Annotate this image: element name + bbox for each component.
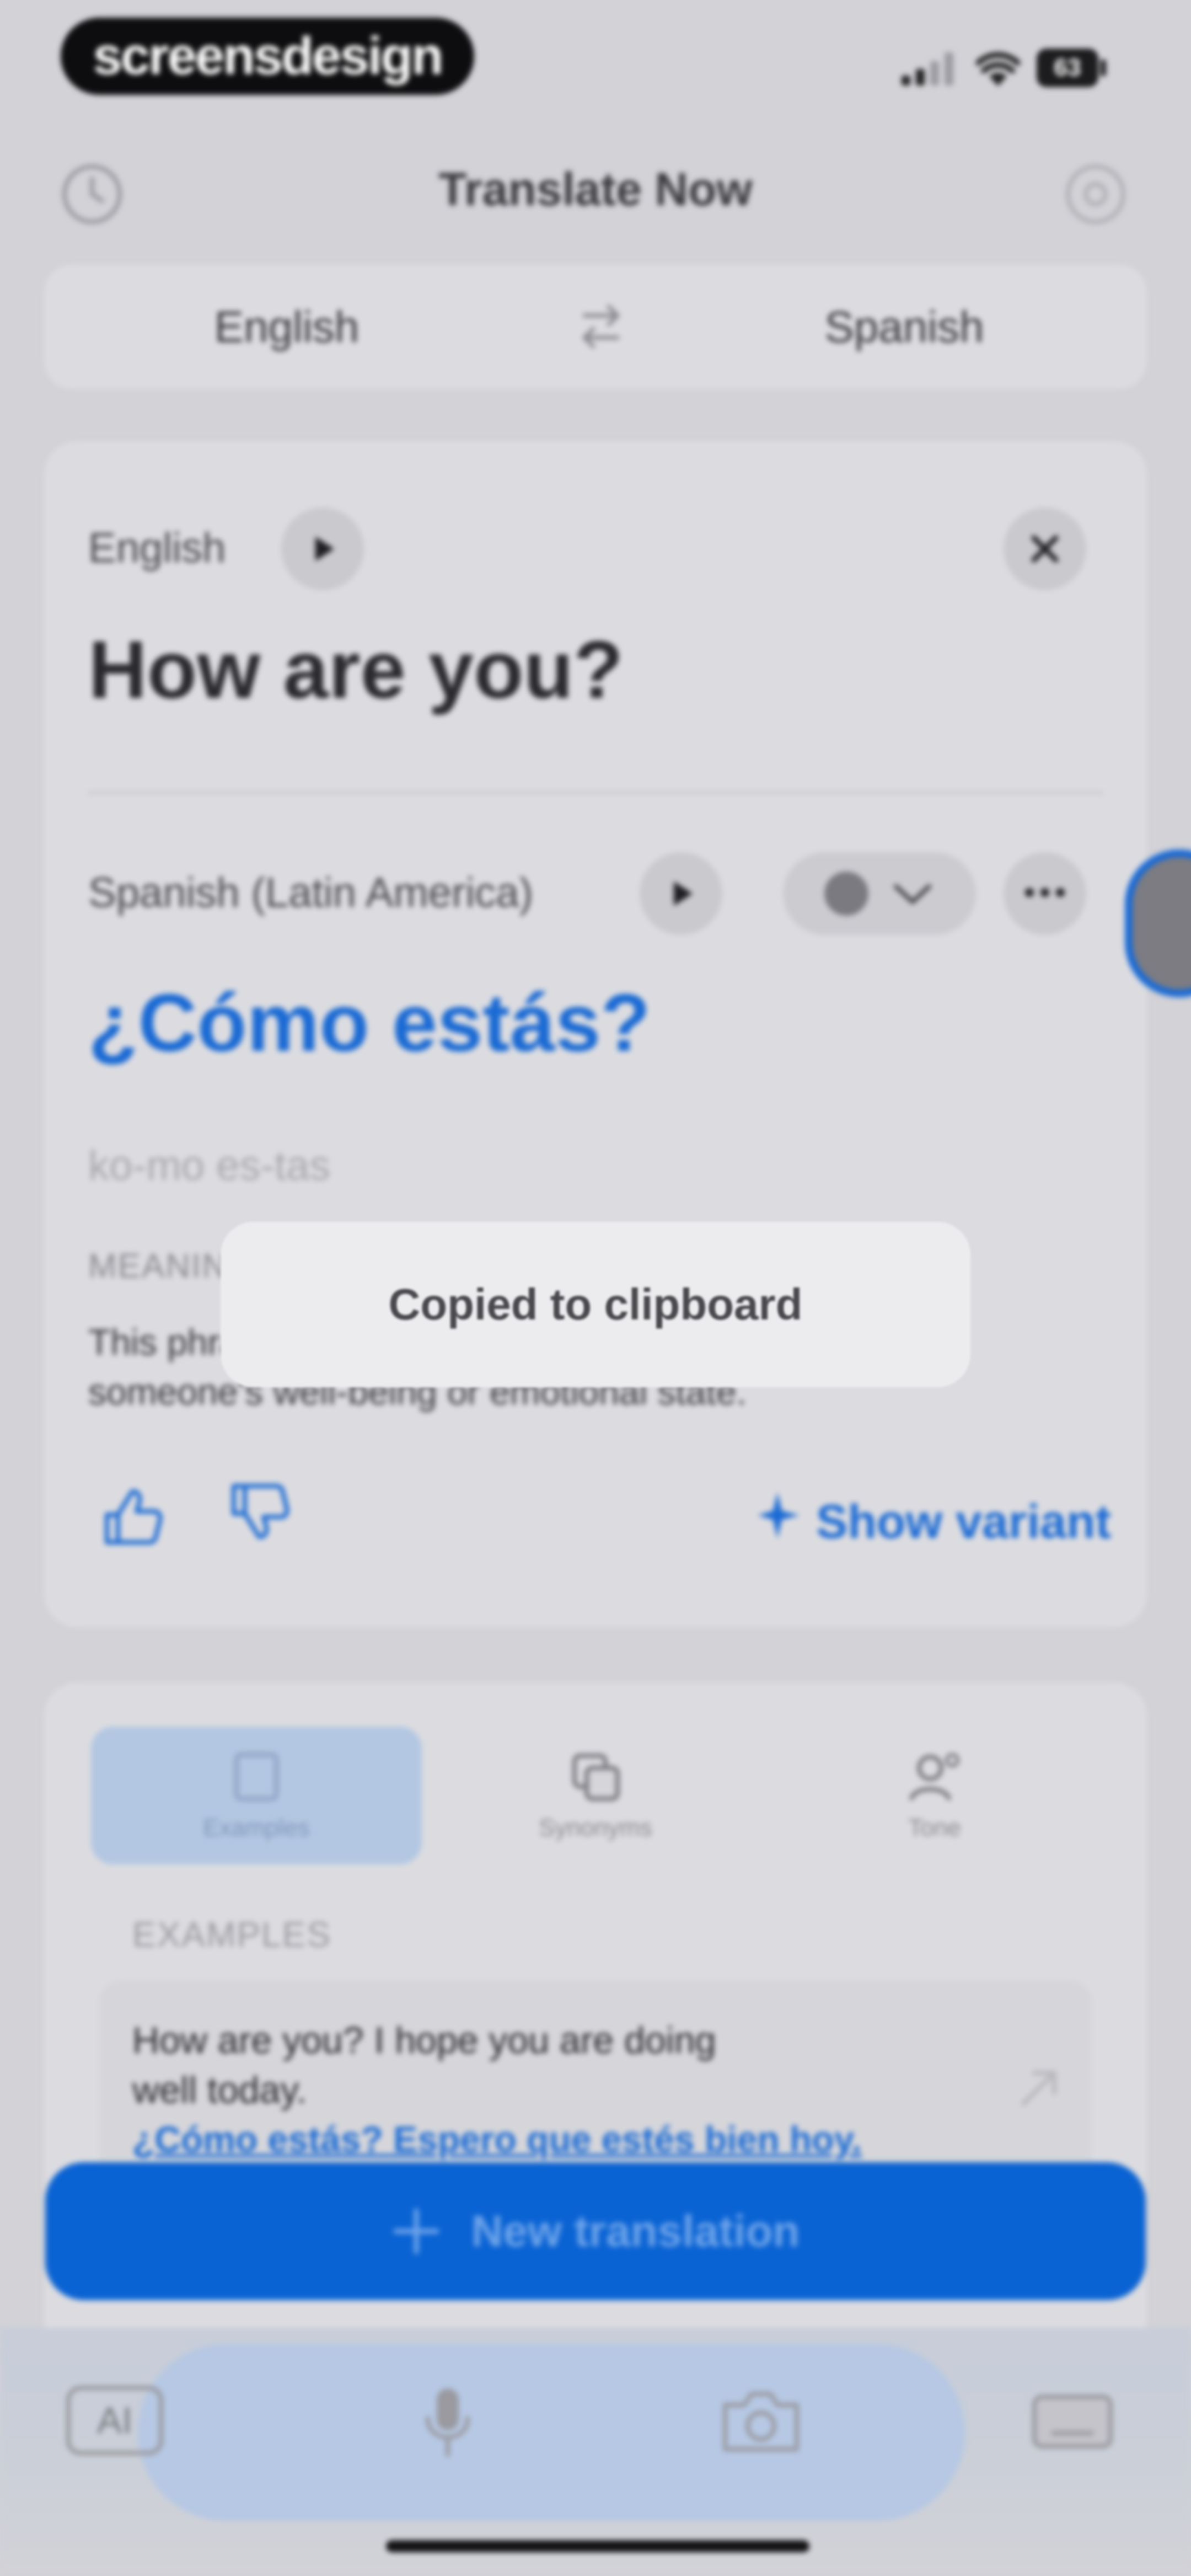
- ellipsis-icon: [1022, 888, 1068, 900]
- bottom-toolbar: [0, 2328, 1191, 2576]
- translated-text[interactable]: ¿Cómo estás?: [88, 976, 651, 1070]
- sparkle-icon: [758, 1492, 800, 1538]
- example-source-line-1: How are you? I hope you are doing: [132, 2019, 716, 2061]
- divider: [88, 792, 1103, 794]
- plus-icon: [393, 2208, 439, 2254]
- chevron-down-icon: [894, 884, 931, 904]
- examples-heading: EXAMPLES: [132, 1915, 332, 1954]
- brand-logo: screensdesign: [61, 18, 474, 95]
- more-options-button[interactable]: [1004, 852, 1086, 935]
- toolbar-glow: [138, 2344, 965, 2521]
- translation-card: English How are you? Spanish (Latin Amer…: [44, 441, 1147, 1627]
- example-source-line-2: well today.: [132, 2069, 307, 2111]
- tab-tone[interactable]: Tone: [769, 1727, 1100, 1864]
- show-variant-button[interactable]: Show variant: [816, 1495, 1111, 1549]
- source-language-label: English: [88, 525, 226, 571]
- globe-icon: [824, 872, 868, 916]
- pronunciation-text: ko-mo es-tas: [88, 1142, 331, 1189]
- new-translation-label: New translation: [471, 2206, 800, 2256]
- thumbs-up-icon[interactable]: [99, 1484, 165, 1550]
- toast: Copied to clipboard: [221, 1222, 970, 1387]
- swap-languages-icon[interactable]: [573, 299, 629, 354]
- examples-icon: [234, 1752, 278, 1801]
- brand-logo-text: screensdesign: [93, 26, 443, 85]
- ai-mode-label: AI: [96, 2399, 133, 2441]
- ai-mode-button[interactable]: AI: [66, 2386, 163, 2455]
- signal-icon: [902, 52, 957, 85]
- voice-selector[interactable]: [783, 852, 976, 935]
- thumbs-down-icon[interactable]: [226, 1478, 292, 1544]
- play-icon: [674, 881, 693, 906]
- source-text[interactable]: How are you?: [88, 623, 623, 717]
- history-icon[interactable]: [58, 160, 127, 229]
- settings-icon[interactable]: [1061, 160, 1130, 229]
- home-indicator: [386, 2540, 809, 2552]
- battery-level: 63: [1054, 54, 1081, 81]
- wifi-icon: [976, 52, 1020, 86]
- language-selector: English Spanish: [44, 265, 1147, 389]
- microphone-icon[interactable]: [420, 2383, 475, 2460]
- clear-button[interactable]: [1004, 507, 1086, 590]
- camera-icon[interactable]: [720, 2388, 802, 2455]
- target-language-label: Spanish (Latin America): [88, 869, 533, 916]
- toast-message: Copied to clipboard: [388, 1280, 803, 1329]
- keyboard-icon[interactable]: [1031, 2391, 1114, 2452]
- source-language-button[interactable]: English: [44, 265, 529, 389]
- example-translation: ¿Cómo estás? Espero que estés bien hoy.: [132, 2119, 862, 2160]
- play-translation-button[interactable]: [640, 852, 722, 935]
- tab-synonyms[interactable]: Synonyms: [430, 1727, 761, 1864]
- close-icon: [1031, 535, 1059, 563]
- person-icon: [909, 1753, 959, 1801]
- battery-tip: [1101, 60, 1106, 76]
- copy-icon: [572, 1754, 620, 1801]
- tab-examples[interactable]: Examples: [91, 1727, 422, 1864]
- new-translation-button[interactable]: New translation: [45, 2162, 1146, 2300]
- page-title: Translate Now: [438, 163, 753, 215]
- play-icon: [315, 537, 334, 561]
- play-source-button[interactable]: [281, 507, 364, 590]
- battery-icon: 63: [1037, 49, 1098, 87]
- target-language-button[interactable]: Spanish: [662, 265, 1147, 389]
- open-arrow-icon[interactable]: [1015, 2063, 1064, 2113]
